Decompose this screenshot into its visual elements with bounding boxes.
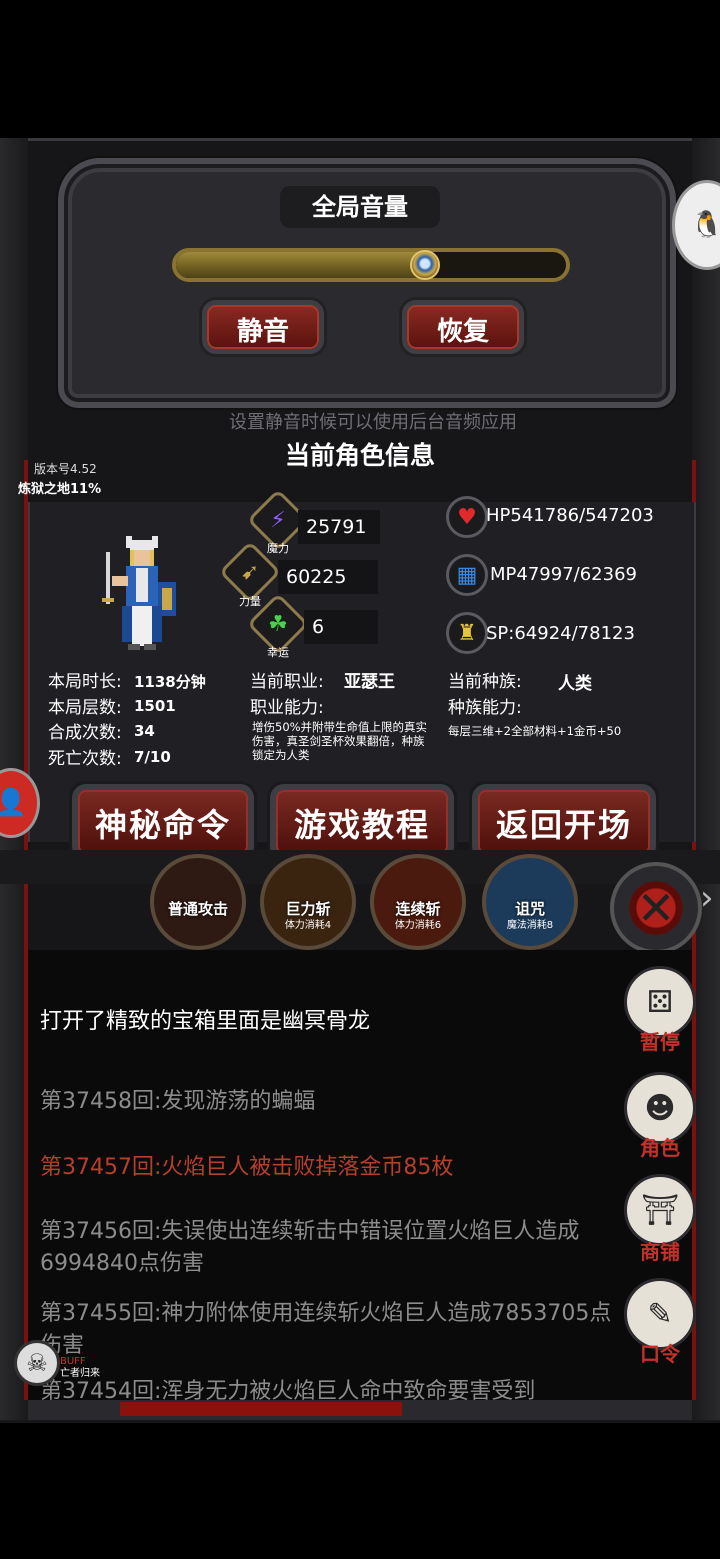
race-value: 人类 bbox=[558, 674, 592, 694]
version-label: 版本号4.52 bbox=[34, 462, 97, 476]
close-icon: ✕ bbox=[636, 881, 676, 935]
luck-value: 6 bbox=[304, 610, 378, 644]
sp-value: SP:64924/78123 bbox=[486, 623, 635, 644]
progress-label: 炼狱之地11% bbox=[18, 482, 102, 497]
skill-mighty-slash[interactable]: 巨力斩 体力消耗4 bbox=[260, 854, 356, 950]
stamina-icon: ♜ bbox=[446, 612, 488, 654]
secret-command-button[interactable]: 神秘命令 bbox=[72, 784, 254, 860]
skill-cost: 体力消耗6 bbox=[394, 920, 442, 931]
craft-value: 34 bbox=[134, 722, 155, 740]
craft-label: 合成次数: bbox=[48, 723, 122, 743]
restore-button[interactable]: 恢复 bbox=[402, 300, 524, 354]
buff-title: BUFF bbox=[60, 1356, 86, 1367]
back-to-start-button[interactable]: 返回开场 bbox=[472, 784, 656, 860]
chevron-right-icon[interactable]: › bbox=[700, 878, 714, 918]
job-ability-desc: 增伤50%并附带生命值上限的真实伤害，真圣剑圣杯效果翻倍，种族锁定为人类 bbox=[252, 720, 428, 762]
buff-name: 亡者归来 bbox=[60, 1368, 100, 1379]
mana-icon: ▦ bbox=[446, 554, 488, 596]
volume-slider-knob[interactable] bbox=[410, 250, 440, 280]
skull-icon[interactable]: ☠ bbox=[14, 1340, 60, 1386]
separator-band bbox=[0, 850, 720, 884]
mute-button[interactable]: 静音 bbox=[202, 300, 324, 354]
job-label: 当前职业: bbox=[250, 672, 324, 692]
race-ability-label: 种族能力: bbox=[448, 698, 522, 718]
volume-slider-fill bbox=[176, 252, 424, 278]
pause-label[interactable]: 暂停 bbox=[624, 1026, 696, 1055]
hero-sprite bbox=[102, 536, 176, 650]
volume-title: 全局音量 bbox=[280, 186, 440, 228]
log-entry: 第37458回:发现游荡的蝙蝠 bbox=[40, 1089, 316, 1114]
log-entry: 第37456回:失误使出连续斩击中错误位置火焰巨人造成6994840点伤害 bbox=[40, 1219, 580, 1276]
floors-label: 本局层数: bbox=[48, 698, 122, 718]
skill-combo-slash[interactable]: 连续斩 体力消耗6 bbox=[370, 854, 466, 950]
character-info-title: 当前角色信息 bbox=[284, 441, 435, 470]
heart-icon: ♥ bbox=[446, 496, 488, 538]
skill-curse[interactable]: 诅咒 魔法消耗8 bbox=[482, 854, 578, 950]
buff-label: BUFF 亡者归来 bbox=[60, 1356, 100, 1380]
hp-value: HP541786/547203 bbox=[486, 505, 654, 526]
volume-hint: 设置静音时候可以使用后台音频应用 bbox=[229, 412, 517, 433]
bottom-progress-bar bbox=[120, 1402, 402, 1416]
magic-value: 25791 bbox=[298, 510, 380, 544]
time-value: 1138分钟 bbox=[134, 673, 206, 691]
race-ability-desc: 每层三维+2全部材料+1金币+50 bbox=[448, 724, 622, 738]
job-value: 亚瑟王 bbox=[344, 672, 395, 692]
frame-right-edge bbox=[692, 138, 720, 1420]
skill-normal-attack[interactable]: 普通攻击 bbox=[150, 854, 246, 950]
death-value: 7/10 bbox=[134, 748, 171, 766]
skill-name: 普通攻击 bbox=[167, 900, 228, 918]
power-value: 60225 bbox=[278, 560, 378, 594]
shop-label[interactable]: 商铺 bbox=[624, 1236, 696, 1265]
mp-value: MP47997/62369 bbox=[490, 564, 637, 585]
log-entry: 第37457回:火焰巨人被击败掉落金币85枚 bbox=[40, 1155, 454, 1180]
skill-cost: 体力消耗4 bbox=[284, 920, 332, 931]
death-label: 死亡次数: bbox=[48, 749, 122, 769]
luck-caption: 幸运 bbox=[267, 646, 289, 659]
race-label: 当前种族: bbox=[448, 672, 522, 692]
skill-cost: 魔法消耗8 bbox=[506, 920, 554, 931]
character-label[interactable]: 角色 bbox=[624, 1132, 696, 1161]
floors-value: 1501 bbox=[134, 697, 176, 715]
log-entry: 打开了精致的宝箱里面是幽冥骨龙 bbox=[40, 1009, 371, 1034]
tutorial-button[interactable]: 游戏教程 bbox=[270, 784, 454, 860]
log-entry: 第37454回:浑身无力被火焰巨人命中致命要害受到 bbox=[40, 1379, 536, 1400]
job-ability-label: 职业能力: bbox=[250, 698, 324, 718]
code-label[interactable]: 口令 bbox=[624, 1338, 696, 1367]
log-entry: 第37455回:神力附体使用连续斩火焰巨人造成7853705点伤害 bbox=[40, 1301, 612, 1358]
close-button[interactable]: ✕ bbox=[610, 862, 702, 954]
time-label: 本局时长: bbox=[48, 672, 122, 692]
